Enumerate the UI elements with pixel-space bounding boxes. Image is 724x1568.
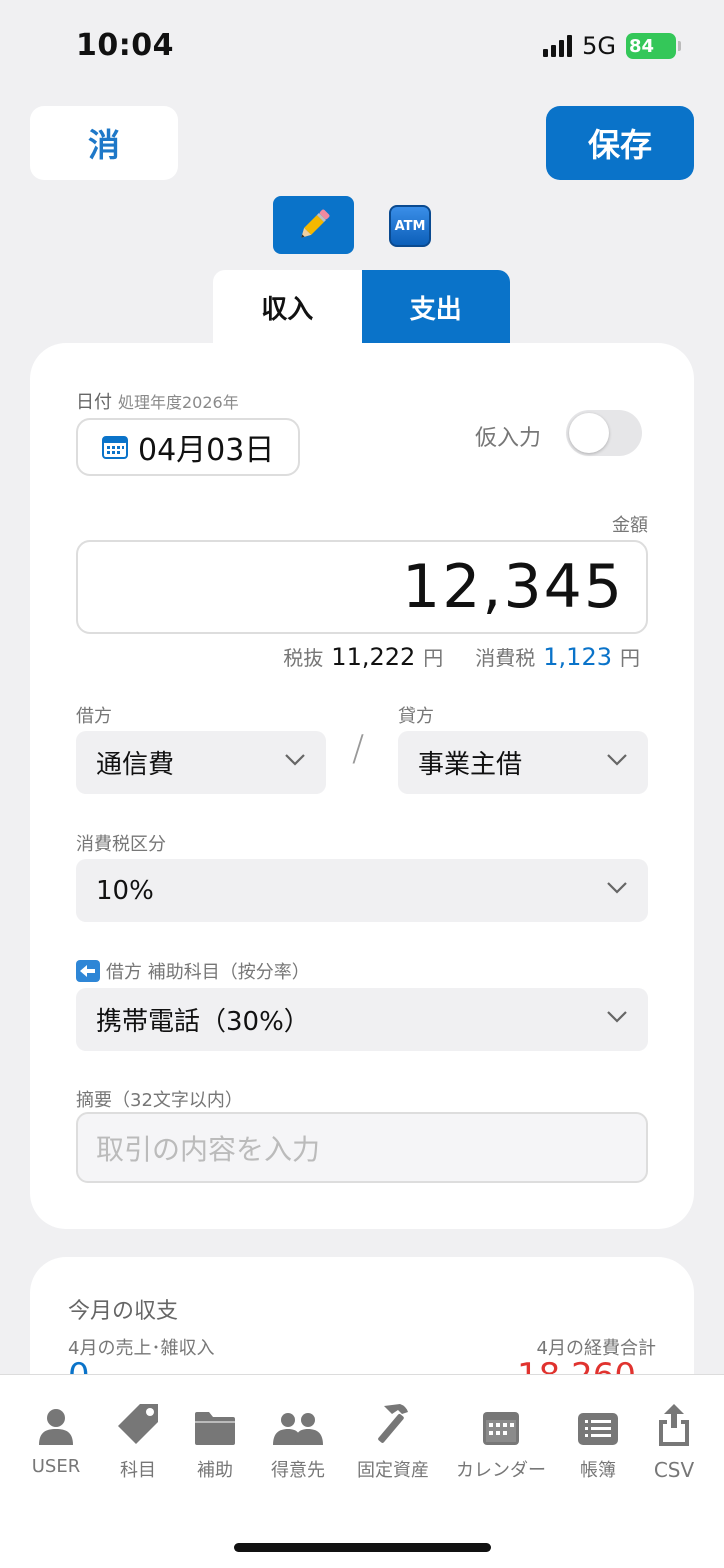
- sub-account-select[interactable]: 携帯電話（30%）: [76, 988, 648, 1051]
- fiscal-year: 処理年度2026年: [118, 393, 239, 412]
- tentative-label: 仮入力: [475, 426, 542, 451]
- debit-label: 借方: [76, 706, 112, 727]
- tab-csv[interactable]: CSV: [650, 1402, 698, 1482]
- network-type: 5G: [582, 32, 616, 60]
- share-icon: [659, 1404, 689, 1446]
- amount-label: 金額: [612, 515, 648, 536]
- battery-level: 84: [629, 35, 655, 57]
- chevron-down-icon: [607, 754, 627, 766]
- left-arrow-icon: [76, 960, 100, 982]
- tab-sub-accounts[interactable]: 補助: [192, 1402, 238, 1482]
- tab-income[interactable]: 収入: [213, 270, 362, 344]
- sub-account-label: 借方 補助科目（按分率）: [76, 958, 310, 984]
- tab-user[interactable]: USER: [28, 1402, 84, 1477]
- status-indicators: 5G 84: [543, 32, 681, 60]
- atm-icon[interactable]: ATM: [389, 205, 431, 247]
- folder-icon: [195, 1412, 235, 1445]
- tab-accounts[interactable]: 科目: [113, 1402, 163, 1482]
- memo-input[interactable]: 取引の内容を入力: [76, 1112, 648, 1183]
- date-label: 日付 処理年度2026年: [76, 392, 239, 413]
- calendar-icon: [483, 1412, 519, 1445]
- debit-account-select[interactable]: 通信費: [76, 731, 326, 794]
- tab-expense[interactable]: 支出: [361, 270, 510, 344]
- status-time: 10:04: [76, 28, 174, 63]
- tax-excluded-amount: 11,222: [331, 643, 416, 671]
- tab-calendar[interactable]: カレンダー: [456, 1402, 546, 1482]
- home-indicator: [234, 1543, 491, 1552]
- summary-title: 今月の収支: [68, 1299, 179, 1324]
- tab-fixed-assets[interactable]: 固定資産: [354, 1402, 432, 1482]
- tag-icon: [118, 1404, 158, 1444]
- credit-account-select[interactable]: 事業主借: [398, 731, 648, 794]
- calendar-icon: [102, 436, 128, 459]
- income-expense-toggle[interactable]: 収入 支出: [213, 270, 510, 344]
- tentative-toggle[interactable]: [566, 410, 642, 456]
- pencil-icon[interactable]: [273, 196, 354, 254]
- save-button[interactable]: 保存: [546, 106, 694, 180]
- credit-label: 貸方: [398, 706, 434, 727]
- memo-label: 摘要（32文字以内）: [76, 1090, 243, 1111]
- chevron-down-icon: [285, 754, 305, 766]
- tab-clients[interactable]: 得意先: [268, 1402, 328, 1482]
- chevron-down-icon: [607, 1011, 627, 1023]
- date-value: 04月03日: [138, 433, 275, 468]
- hammer-icon: [378, 1404, 408, 1443]
- tax-category-select[interactable]: 10%: [76, 859, 648, 922]
- tab-books[interactable]: 帳簿: [576, 1402, 620, 1482]
- amount-input[interactable]: 12,345: [76, 540, 648, 634]
- consumption-tax-amount: 1,123: [543, 643, 612, 671]
- list-icon: [578, 1413, 618, 1445]
- tax-category-label: 消費税区分: [76, 834, 166, 855]
- delete-button[interactable]: 消: [30, 106, 178, 180]
- signal-icon: [543, 35, 573, 57]
- date-picker-button[interactable]: 04月03日: [76, 418, 300, 476]
- battery-icon: 84: [626, 33, 681, 59]
- account-separator: /: [352, 728, 365, 769]
- people-icon: [273, 1413, 323, 1445]
- chevron-down-icon: [607, 882, 627, 894]
- tax-breakdown: 税抜 11,222 円 消費税 1,123 円: [283, 643, 640, 671]
- person-icon: [39, 1409, 73, 1445]
